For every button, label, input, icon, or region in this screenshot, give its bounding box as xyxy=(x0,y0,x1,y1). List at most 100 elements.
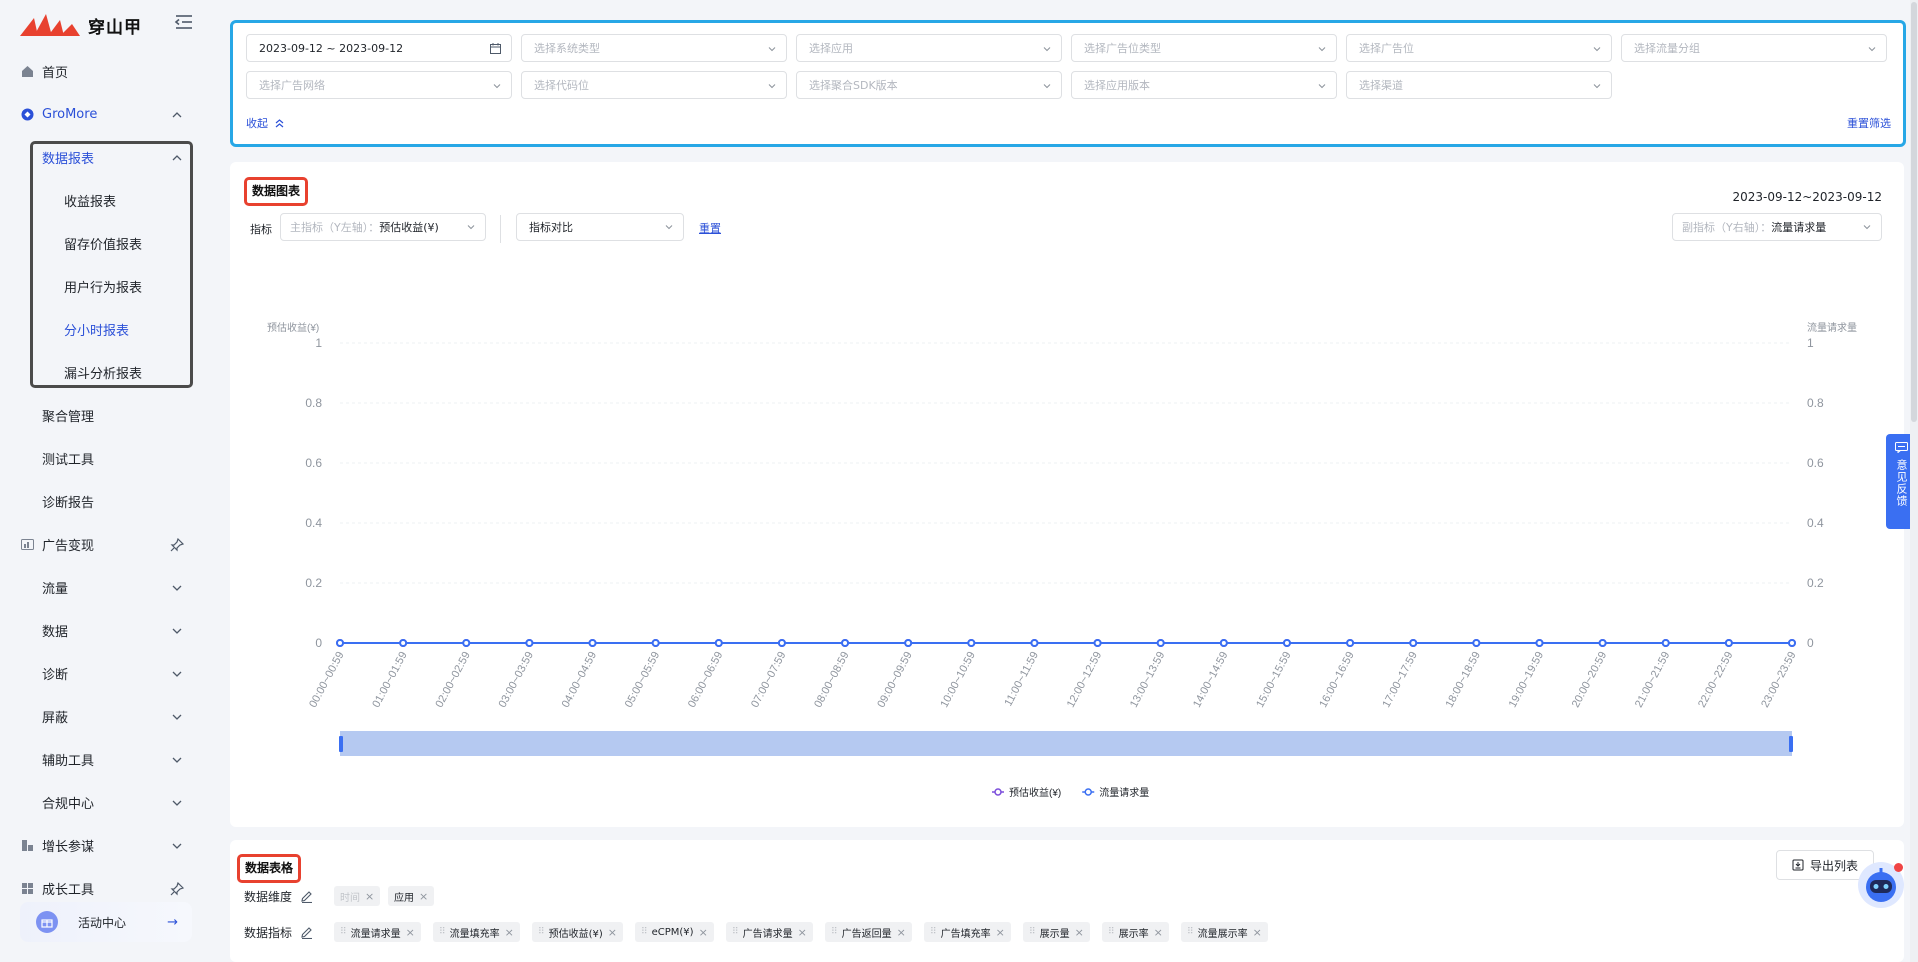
collapse-sidebar-icon[interactable] xyxy=(174,14,194,30)
sidebar-item-test-tools[interactable]: 测试工具 xyxy=(0,437,204,480)
zoom-slider[interactable] xyxy=(339,731,1793,756)
ad-slot-type-select[interactable]: 选择广告位类型 xyxy=(1071,34,1337,62)
assistant-robot-button[interactable] xyxy=(1858,862,1904,908)
drag-handle-icon[interactable]: ⠿ xyxy=(340,927,347,937)
remove-tag-icon[interactable]: × xyxy=(1154,926,1163,939)
legend-item-1[interactable]: 预估收益(¥) xyxy=(992,786,1061,799)
sidebar-item-label: 测试工具 xyxy=(42,453,95,468)
y-left-tick-label: 0.8 xyxy=(305,396,322,410)
metric-tag[interactable]: ⠿ eCPM(¥) × xyxy=(635,922,714,942)
primary-metric-value: 预估收益(¥) xyxy=(379,221,439,234)
sidebar-item-aux-tools[interactable]: 辅助工具 xyxy=(0,738,204,781)
sidebar-item-compliance[interactable]: 合规中心 xyxy=(0,781,204,824)
sidebar-item-block[interactable]: 屏蔽 xyxy=(0,695,204,738)
reset-chart-link[interactable]: 重置 xyxy=(699,220,721,236)
dimension-tag[interactable]: 时间 × xyxy=(334,886,381,906)
secondary-metric-select[interactable]: 副指标（Y右轴）： 流量请求量 xyxy=(1672,213,1882,241)
drag-handle-icon[interactable]: ⠿ xyxy=(641,927,648,937)
remove-tag-icon[interactable]: × xyxy=(608,926,617,939)
metric-tag[interactable]: ⠿ 广告填充率 × xyxy=(924,922,1011,942)
drag-handle-icon[interactable]: ⠿ xyxy=(930,927,937,937)
code-slot-select[interactable]: 选择代码位 xyxy=(521,71,787,99)
sidebar-item-behavior-report[interactable]: 用户行为报表 xyxy=(0,265,204,308)
drag-handle-icon[interactable]: ⠿ xyxy=(831,927,838,937)
x-tick-label: 16:00~16:59 xyxy=(1317,650,1356,710)
sidebar-item-data-report[interactable]: 数据报表 xyxy=(0,136,204,179)
metric-tag[interactable]: ⠿ 展示量 × xyxy=(1023,922,1090,942)
drag-handle-icon[interactable]: ⠿ xyxy=(732,927,739,937)
sidebar-item-funnel-report[interactable]: 漏斗分析报表 xyxy=(0,351,204,394)
system-type-select[interactable]: 选择系统类型 xyxy=(521,34,787,62)
select-placeholder: 选择系统类型 xyxy=(534,42,600,55)
primary-metric-select[interactable]: 主指标（Y左轴）： 预估收益(¥) xyxy=(280,213,486,241)
series-2-point xyxy=(841,639,850,647)
remove-tag-icon[interactable]: × xyxy=(798,926,807,939)
page-scrollbar[interactable] xyxy=(1910,0,1918,962)
sidebar-item-traffic[interactable]: 流量 xyxy=(0,566,204,609)
metric-tag[interactable]: ⠿ 展示率 × xyxy=(1102,922,1169,942)
sdk-version-select[interactable]: 选择聚合SDK版本 xyxy=(796,71,1062,99)
sidebar-item-growth-advisor[interactable]: 增长参谋 xyxy=(0,824,204,867)
sidebar-item-monetization[interactable]: 广告变现 xyxy=(0,523,204,566)
metric-tag[interactable]: ⠿ 流量展示率 × xyxy=(1181,922,1268,942)
collapse-filters-button[interactable]: 收起 xyxy=(246,115,284,131)
ad-network-select[interactable]: 选择广告网络 xyxy=(246,71,512,99)
app-version-select[interactable]: 选择应用版本 xyxy=(1071,71,1337,99)
edit-icon[interactable] xyxy=(300,926,313,939)
remove-tag-icon[interactable]: × xyxy=(996,926,1005,939)
remove-tag-icon[interactable]: × xyxy=(1075,926,1084,939)
metric-tag[interactable]: ⠿ 预估收益(¥) × xyxy=(532,922,623,942)
collapse-filters-label: 收起 xyxy=(246,117,268,130)
reset-filters-link[interactable]: 重置筛选 xyxy=(1847,115,1891,131)
edit-icon[interactable] xyxy=(300,890,313,903)
sidebar-item-data[interactable]: 数据 xyxy=(0,609,204,652)
remove-tag-icon[interactable]: × xyxy=(505,926,514,939)
remove-tag-icon[interactable]: × xyxy=(897,926,906,939)
remove-tag-icon[interactable]: × xyxy=(699,926,708,939)
scrollbar-thumb[interactable] xyxy=(1911,2,1917,422)
brand-logo[interactable]: 穿山甲 xyxy=(20,12,142,38)
sidebar-item-hourly-report[interactable]: 分小时报表 xyxy=(0,308,204,351)
sidebar-item-home[interactable]: 首页 xyxy=(0,50,204,93)
drag-handle-icon[interactable]: ⠿ xyxy=(1029,927,1036,937)
drag-handle-icon[interactable]: ⠿ xyxy=(1187,927,1194,937)
pin-icon[interactable] xyxy=(170,537,184,552)
y-axis-left-title: 预估收益(¥) xyxy=(267,321,319,334)
pin-icon[interactable] xyxy=(170,881,184,896)
ad-slot-select[interactable]: 选择广告位 xyxy=(1346,34,1612,62)
calendar-icon xyxy=(490,43,501,54)
app-select[interactable]: 选择应用 xyxy=(796,34,1062,62)
zoom-slider-left-handle[interactable] xyxy=(339,736,343,752)
sidebar-item-retention-report[interactable]: 留存价值报表 xyxy=(0,222,204,265)
remove-tag-icon[interactable]: × xyxy=(1253,926,1262,939)
metric-tag[interactable]: ⠿ 流量请求量 × xyxy=(334,922,421,942)
sidebar-item-revenue-report[interactable]: 收益报表 xyxy=(0,179,204,222)
metric-tag[interactable]: ⠿ 广告请求量 × xyxy=(726,922,813,942)
channel-select[interactable]: 选择渠道 xyxy=(1346,71,1612,99)
drag-handle-icon[interactable]: ⠿ xyxy=(439,927,446,937)
remove-tag-icon[interactable]: × xyxy=(365,890,374,903)
activity-center-label: 活动中心 xyxy=(78,915,127,930)
metric-compare-select[interactable]: 指标对比 xyxy=(516,213,684,241)
x-tick-label: 01:00~01:59 xyxy=(370,650,409,710)
sidebar-item-diagnosis-report[interactable]: 诊断报告 xyxy=(0,480,204,523)
drag-handle-icon[interactable]: ⠿ xyxy=(1108,927,1115,937)
sidebar-item-gromore[interactable]: GroMore xyxy=(0,93,204,136)
sidebar-item-mediation[interactable]: 聚合管理 xyxy=(0,394,204,437)
dimension-label: 数据维度 xyxy=(244,890,293,904)
metric-tag[interactable]: ⠿ 广告返回量 × xyxy=(825,922,912,942)
legend-marker xyxy=(994,788,1002,796)
date-range-picker[interactable]: 2023-09-12 ~ 2023-09-12 xyxy=(246,34,512,62)
legend-item-2[interactable]: 流量请求量 xyxy=(1082,786,1149,799)
drag-handle-icon[interactable]: ⠿ xyxy=(538,927,545,937)
activity-center-button[interactable]: 活动中心 → xyxy=(20,902,192,942)
remove-tag-icon[interactable]: × xyxy=(406,926,415,939)
metric-tag[interactable]: ⠿ 流量填充率 × xyxy=(433,922,520,942)
remove-tag-icon[interactable]: × xyxy=(419,890,428,903)
dimension-tag[interactable]: 应用 × xyxy=(388,886,435,906)
sidebar-item-diagnosis[interactable]: 诊断 xyxy=(0,652,204,695)
sidebar-item-label: GroMore xyxy=(42,107,98,122)
traffic-group-select[interactable]: 选择流量分组 xyxy=(1621,34,1887,62)
zoom-slider-right-handle[interactable] xyxy=(1789,736,1793,752)
series-2-point xyxy=(1409,639,1418,647)
